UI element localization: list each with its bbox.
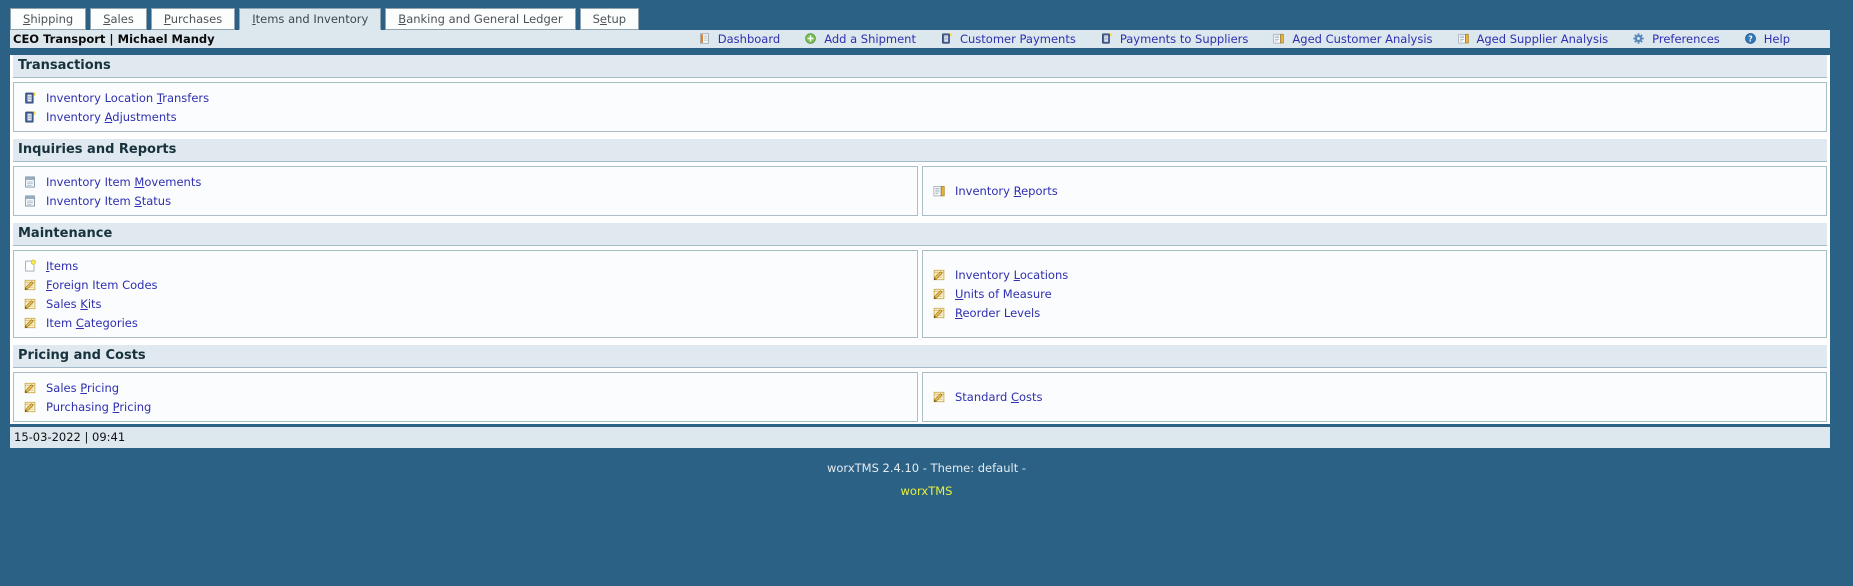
report-icon [932,184,946,198]
menu-item: Inventory Adjustments [14,107,1826,126]
maintenance-right-box: Inventory Locations Units of Measure Reo… [922,250,1827,338]
nav-label: Add a Shipment [824,32,916,46]
nav-label: Payments to Suppliers [1119,32,1249,46]
tab-items-and-inventory[interactable]: Items and Inventory [239,8,382,30]
transactions-box: Inventory Location Transfers Inventory A… [13,82,1827,132]
edit-icon [932,390,946,404]
edit-icon [23,316,37,330]
help-icon [1744,32,1758,46]
link-inventory-locations[interactable]: Inventory Locations [955,268,1068,282]
page-icon [23,175,37,189]
footer-version-text: worxTMS 2.4.10 - Theme: default - [826,461,1027,475]
edit-icon [932,306,946,320]
report-icon [1457,32,1471,46]
maintenance-left-box: Items Foreign Item Codes Sales Kits Item… [13,250,918,338]
tab-banking-and-general-ledger[interactable]: Banking and General Ledger [385,8,576,30]
edit-icon [932,287,946,301]
nav-help[interactable]: Help [1744,32,1790,46]
section-title-transactions: Transactions [13,55,1827,78]
section-title-inquiries-and-reports: Inquiries and Reports [13,139,1827,162]
nav-label: Aged Supplier Analysis [1476,32,1609,46]
link-item-categories[interactable]: Item Categories [46,316,138,330]
link-reorder-levels[interactable]: Reorder Levels [955,306,1040,320]
main-tab-bar: Shipping Sales Purchases Items and Inven… [10,8,1830,30]
page-icon [23,194,37,208]
report-icon [1272,32,1286,46]
menu-item: Standard Costs [923,388,1826,407]
ledger-icon [23,91,37,105]
nav-label: Dashboard [717,32,781,46]
link-purchasing-pricing[interactable]: Purchasing Pricing [46,400,151,414]
nav-aged-supplier-analysis[interactable]: Aged Supplier Analysis [1457,32,1609,46]
menu-item: Inventory Reports [923,182,1826,201]
ledger-icon [940,32,954,46]
link-sales-kits[interactable]: Sales Kits [46,297,102,311]
inquiries-right-box: Inventory Reports [922,166,1827,216]
link-inventory-adjustments[interactable]: Inventory Adjustments [46,110,177,124]
menu-item: Foreign Item Codes [14,275,917,294]
section-title-maintenance: Maintenance [13,223,1827,246]
inquiries-left-box: Inventory Item Movements Inventory Item … [13,166,918,216]
ledger-icon [1100,32,1114,46]
menu-item: Units of Measure [923,285,1826,304]
quick-nav: Dashboard Add a Shipment Customer Paymen… [698,32,1790,46]
pricing-right-box: Standard Costs [922,372,1827,422]
nav-label: Customer Payments [959,32,1076,46]
edit-icon [23,297,37,311]
menu-item: Item Categories [14,313,917,332]
link-units-of-measure[interactable]: Units of Measure [955,287,1052,301]
edit-icon [23,381,37,395]
link-foreign-item-codes[interactable]: Foreign Item Codes [46,278,158,292]
nav-aged-customer-analysis[interactable]: Aged Customer Analysis [1272,32,1433,46]
menu-item: Inventory Locations [923,266,1826,285]
nav-label: Aged Customer Analysis [1292,32,1433,46]
header-bar: CEO Transport | Michael Mandy Dashboard … [10,30,1830,48]
nav-dashboard[interactable]: Dashboard [698,32,780,46]
menu-item: Inventory Item Status [14,191,917,210]
link-inventory-item-movements[interactable]: Inventory Item Movements [46,175,201,189]
tab-setup[interactable]: Se tup [579,8,640,30]
link-inventory-item-status[interactable]: Inventory Item Status [46,194,171,208]
nav-label: Help [1763,32,1790,46]
menu-item: Purchasing Pricing [14,397,917,416]
ledger-icon [23,110,37,124]
nav-customer-payments[interactable]: Customer Payments [940,32,1076,46]
menu-content: Transactions Inventory Location Transfer… [10,55,1830,424]
edit-icon [932,268,946,282]
new-doc-icon [23,259,37,273]
footer-brand-link[interactable]: worxTMS [901,484,953,498]
gear-icon [1632,32,1646,46]
company-user-label: CEO Transport | Michael Mandy [13,32,215,46]
app-window: Shipping Sales Purchases Items and Inven… [0,0,1853,448]
pricing-left-box: Sales Pricing Purchasing Pricing [13,372,918,422]
menu-item: Reorder Levels [923,304,1826,323]
edit-icon [23,400,37,414]
nav-label: Preferences [1652,32,1720,46]
menu-item: Inventory Location Transfers [14,88,1826,107]
status-datetime: 15-03-2022 | 09:41 [14,430,126,444]
link-standard-costs[interactable]: Standard Costs [955,390,1043,404]
link-inventory-reports[interactable]: Inventory Reports [955,184,1058,198]
menu-item: Sales Pricing [14,378,917,397]
link-sales-pricing[interactable]: Sales Pricing [46,381,119,395]
menu-item: Sales Kits [14,294,917,313]
menu-item: Inventory Item Movements [14,172,917,191]
tab-purchases[interactable]: Purchases [150,8,236,30]
nav-payments-to-suppliers[interactable]: Payments to Suppliers [1100,32,1249,46]
section-title-pricing-and-costs: Pricing and Costs [13,345,1827,368]
tab-sales[interactable]: Sales [90,8,147,30]
page-footer: worxTMS 2.4.10 - Theme: default - worxTM… [0,461,1853,498]
link-inventory-location-transfers[interactable]: Inventory Location Transfers [46,91,209,105]
status-bar: 15-03-2022 | 09:41 [10,427,1830,448]
dashboard-icon [698,32,712,46]
menu-item: Items [14,256,917,275]
add-icon [804,32,818,46]
link-items[interactable]: Items [46,259,78,273]
nav-add-a-shipment[interactable]: Add a Shipment [804,32,916,46]
nav-preferences[interactable]: Preferences [1632,32,1720,46]
tab-shipping[interactable]: Shipping [10,8,87,30]
edit-icon [23,278,37,292]
